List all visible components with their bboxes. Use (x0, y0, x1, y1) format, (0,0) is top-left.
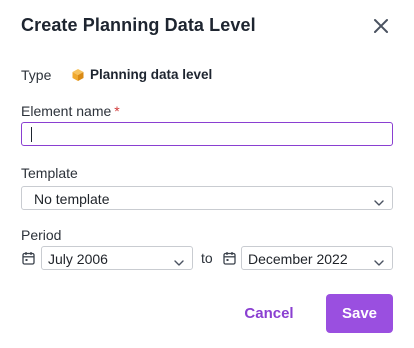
chevron-down-icon (374, 254, 384, 266)
period-separator: to (201, 250, 213, 266)
period-from-select[interactable]: July 2006 (41, 246, 193, 270)
create-planning-data-level-dialog: Create Planning Data Level Type Planning… (0, 0, 414, 348)
element-name-label-text: Element name (21, 103, 112, 119)
type-value: Planning data level (90, 67, 213, 82)
template-selected-value: No template (34, 191, 110, 207)
period-until-select[interactable]: December 2022 (241, 246, 393, 270)
element-name-label: Element name * (21, 103, 120, 119)
type-label: Type (21, 67, 52, 83)
period-until-value: December 2022 (248, 251, 348, 267)
save-button[interactable]: Save (326, 294, 393, 333)
period-from-value: July 2006 (48, 251, 108, 267)
template-label: Template (21, 165, 78, 181)
template-select[interactable]: No template (21, 186, 393, 210)
dialog-title: Create Planning Data Level (21, 15, 256, 35)
cube-icon (71, 68, 85, 82)
calendar-icon (22, 251, 35, 265)
period-label: Period (21, 227, 62, 243)
chevron-down-icon (374, 194, 384, 206)
element-name-input[interactable] (21, 122, 393, 146)
close-icon[interactable] (371, 16, 391, 36)
calendar-icon (223, 251, 236, 265)
required-marker: * (114, 103, 120, 119)
chevron-down-icon (174, 254, 184, 266)
text-caret (31, 127, 32, 142)
cancel-button[interactable]: Cancel (236, 294, 302, 332)
